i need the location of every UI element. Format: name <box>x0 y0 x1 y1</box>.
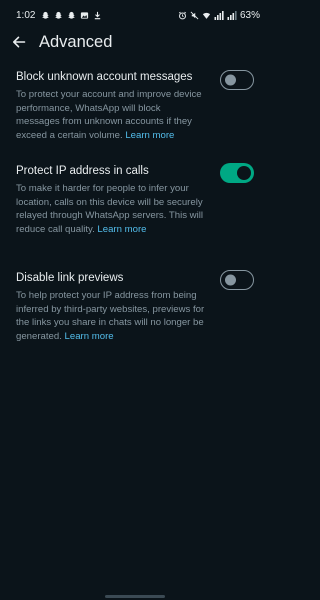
gesture-handle[interactable] <box>105 595 165 598</box>
battery-level: 63% <box>239 9 260 21</box>
snapchat-icon <box>54 11 63 20</box>
toggle-knob <box>225 274 236 286</box>
snapchat-icon <box>41 11 50 20</box>
learn-more-link[interactable]: Learn more <box>97 224 146 235</box>
wifi-icon <box>202 11 211 20</box>
snapchat-icon <box>67 11 76 20</box>
learn-more-link[interactable]: Learn more <box>65 331 114 342</box>
status-left: 1:02 <box>16 10 102 21</box>
arrow-left-icon <box>12 35 26 49</box>
status-bar: 1:02 63% <box>0 0 270 30</box>
toggle-knob <box>225 74 236 86</box>
back-button[interactable] <box>5 30 33 54</box>
signal-icon <box>214 10 224 20</box>
navigation-bar <box>0 594 270 600</box>
download-icon <box>93 11 102 20</box>
signal-icon <box>227 10 237 20</box>
setting-description: To protect your account and improve devi… <box>16 88 206 142</box>
toggle-block-unknown-messages[interactable] <box>220 70 254 90</box>
page-title: Advanced <box>39 32 113 51</box>
setting-description: To help protect your IP address from bei… <box>16 289 206 343</box>
toggle-protect-ip-calls[interactable] <box>220 163 254 183</box>
alarm-icon <box>178 11 187 20</box>
toggle-disable-link-previews[interactable] <box>220 270 254 290</box>
status-right: 63% <box>178 10 260 21</box>
image-icon <box>80 11 89 20</box>
toggle-knob <box>237 166 251 180</box>
app-bar: Advanced <box>0 30 270 54</box>
status-time: 1:02 <box>16 9 36 21</box>
mute-icon <box>190 11 199 20</box>
learn-more-link[interactable]: Learn more <box>125 130 174 141</box>
setting-description: To make it harder for people to infer yo… <box>16 182 206 236</box>
